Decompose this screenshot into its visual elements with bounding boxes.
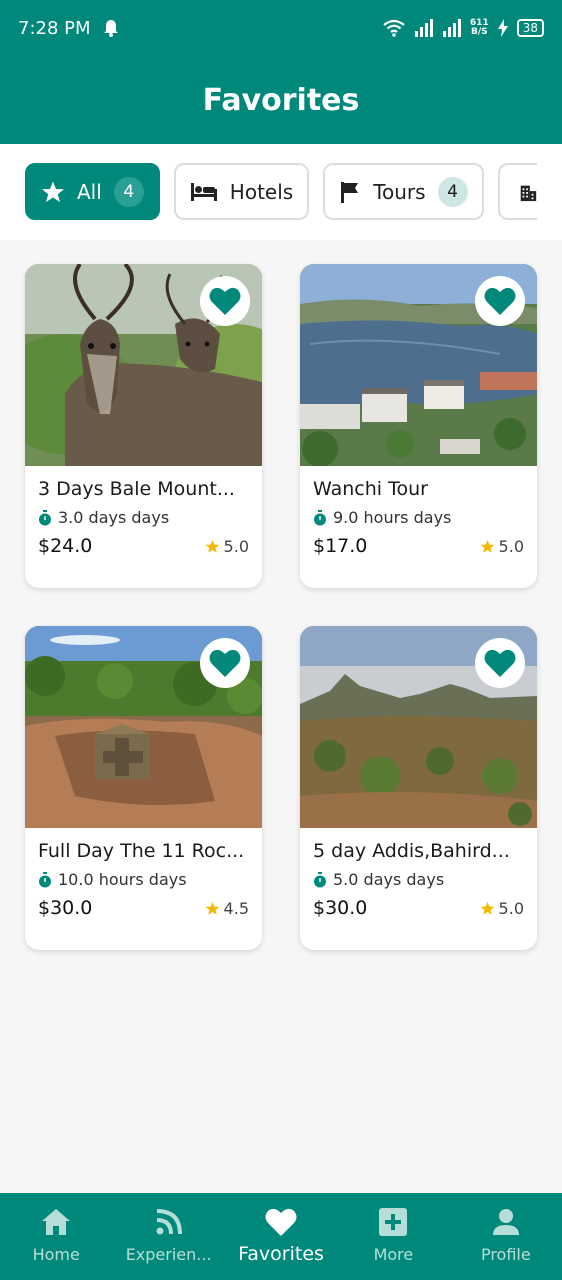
duration-text: 3.0 days days <box>58 508 170 527</box>
tour-title: Full Day The 11 Roc... <box>38 840 245 862</box>
charging-bolt-icon <box>497 19 508 37</box>
net-speed-unit: B/S <box>471 27 488 37</box>
filter-chip-label: All <box>77 179 102 204</box>
page-title: Favorites <box>202 82 360 118</box>
tour-rating: 5.0 <box>480 899 524 918</box>
favorite-button[interactable] <box>200 276 250 326</box>
tour-card[interactable]: Full Day The 11 Roc... 10.0 hours days $… <box>25 626 262 950</box>
add-box-icon <box>379 1208 408 1236</box>
favorite-button[interactable] <box>200 638 250 688</box>
nav-home[interactable]: Home <box>0 1193 112 1280</box>
nav-label: More <box>373 1245 414 1264</box>
nav-label: Home <box>32 1245 80 1264</box>
tour-rating: 4.5 <box>205 899 249 918</box>
nav-label: Profile <box>480 1245 531 1264</box>
tour-price: $30.0 <box>38 897 93 919</box>
signal-icon <box>414 19 433 37</box>
tour-price: $24.0 <box>38 535 93 557</box>
bed-icon <box>190 182 217 201</box>
tour-title: 3 Days Bale Mount... <box>38 478 235 500</box>
tour-title: 5 day Addis,Bahird... <box>313 840 510 862</box>
tour-title: Wanchi Tour <box>313 478 428 500</box>
heart-icon <box>484 649 516 677</box>
duration-text: 10.0 hours days <box>58 870 187 889</box>
filter-chip-label: Hotels <box>229 179 294 204</box>
nav-profile[interactable]: Profile <box>450 1193 562 1280</box>
tour-price: $17.0 <box>313 535 368 557</box>
favorites-grid: 3 Days Bale Mount... 3.0 days days $24.0… <box>25 264 537 950</box>
star-icon <box>42 181 64 202</box>
tour-card[interactable]: 3 Days Bale Mount... 3.0 days days $24.0… <box>25 264 262 588</box>
nav-more[interactable]: More <box>337 1193 449 1280</box>
duration-text: 5.0 days days <box>333 870 445 889</box>
star-icon <box>205 901 219 915</box>
tour-rating: 5.0 <box>205 537 249 556</box>
favorite-button[interactable] <box>475 638 525 688</box>
timer-icon <box>39 871 51 887</box>
battery-indicator: 38 <box>516 19 544 37</box>
status-bar: 7:28 PM 611 B/S 38 <box>0 0 562 56</box>
heart-icon <box>209 287 241 315</box>
star-icon <box>480 539 494 553</box>
tour-card[interactable]: Wanchi Tour 9.0 hours days $17.0 5.0 <box>300 264 537 588</box>
bottom-nav: Home Experien... Favorites More Profile <box>0 1193 562 1280</box>
nav-experiences[interactable]: Experien... <box>112 1193 224 1280</box>
heart-icon <box>265 1208 297 1236</box>
filter-count-badge: 4 <box>437 176 468 207</box>
tour-duration: 10.0 hours days <box>38 870 249 889</box>
timer-icon <box>39 509 51 525</box>
filter-count-badge: 4 <box>113 176 144 207</box>
rating-value: 5.0 <box>223 536 249 556</box>
star-icon <box>480 901 494 915</box>
rating-value: 5.0 <box>498 536 524 556</box>
filter-bar: All 4 Hotels Tours 4 <box>0 144 562 240</box>
notification-bell-icon <box>103 20 118 37</box>
building-icon <box>520 185 536 201</box>
tour-image <box>300 264 537 466</box>
favorite-button[interactable] <box>475 276 525 326</box>
duration-text: 9.0 hours days <box>333 508 452 527</box>
rating-value: 4.5 <box>223 898 249 918</box>
heart-icon <box>209 649 241 677</box>
tour-image <box>300 626 537 828</box>
status-time: 7:28 PM <box>18 17 91 39</box>
tour-rating: 5.0 <box>480 537 524 556</box>
tour-image <box>25 626 262 828</box>
tour-price: $30.0 <box>313 897 368 919</box>
net-speed: 611 B/S <box>470 19 489 37</box>
tour-card[interactable]: 5 day Addis,Bahird... 5.0 days days $30.… <box>300 626 537 950</box>
nav-label: Experien... <box>125 1245 212 1264</box>
filter-chip-all[interactable]: All 4 <box>25 163 160 220</box>
star-icon <box>205 539 219 553</box>
feed-icon <box>156 1209 182 1235</box>
tour-duration: 3.0 days days <box>38 508 249 527</box>
filter-chip-tours[interactable]: Tours 4 <box>323 163 484 220</box>
home-icon <box>42 1209 71 1235</box>
tour-duration: 5.0 days days <box>313 870 524 889</box>
heart-icon <box>484 287 516 315</box>
signal-icon-2 <box>442 19 461 37</box>
rating-value: 5.0 <box>498 898 524 918</box>
app-bar: Favorites <box>0 56 562 144</box>
flag-icon <box>341 181 359 203</box>
filter-chip-label: Tours <box>373 179 426 204</box>
tour-image <box>25 264 262 466</box>
tour-duration: 9.0 hours days <box>313 508 524 527</box>
person-icon <box>492 1209 519 1235</box>
timer-icon <box>314 871 326 887</box>
timer-icon <box>314 509 326 525</box>
nav-label: Favorites <box>238 1243 324 1265</box>
wifi-icon <box>383 19 405 37</box>
nav-favorites[interactable]: Favorites <box>225 1193 337 1280</box>
filter-chip-hotels[interactable]: Hotels <box>173 163 310 220</box>
